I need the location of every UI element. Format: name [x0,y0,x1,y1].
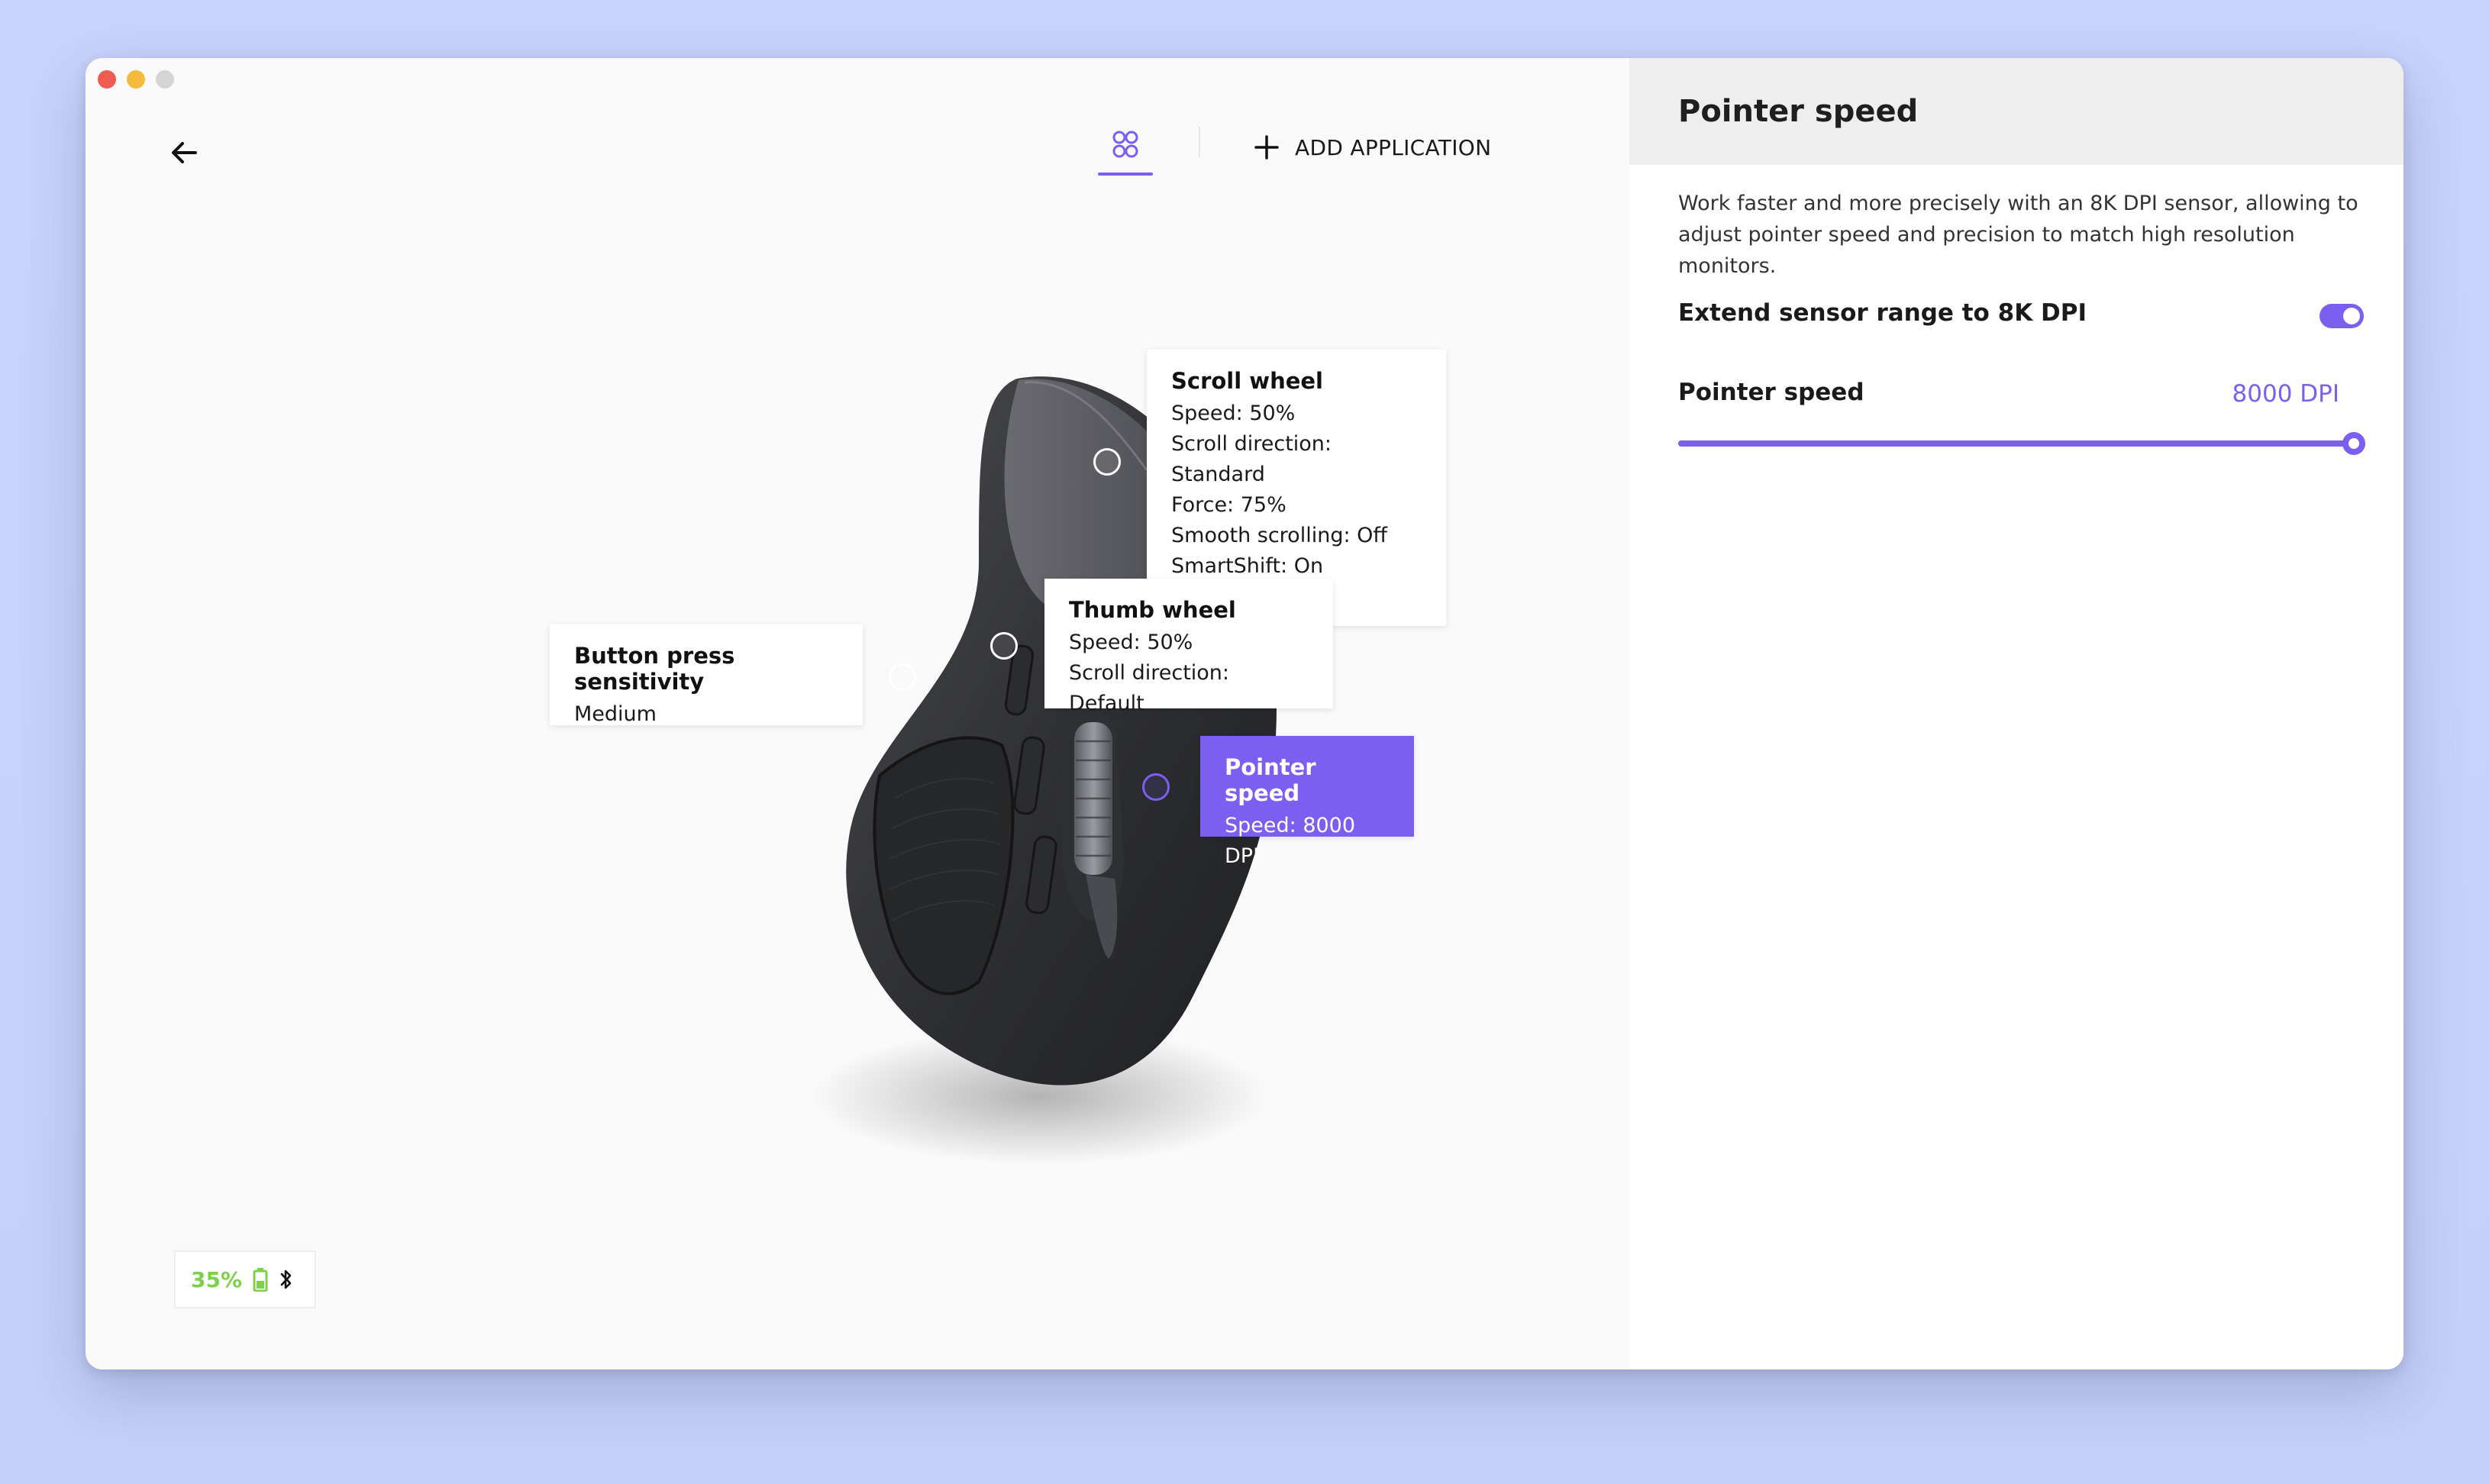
close-window-button[interactable] [98,70,116,89]
thumb-wheel-line: Speed: 50% [1069,631,1193,654]
button-press-hotspot[interactable] [889,663,916,691]
pointer-speed-callout-title: Pointer speed [1225,754,1316,806]
thumb-wheel-line: Scroll direction: Default [1069,661,1230,715]
pointer-speed-value: 8000 DPI [2232,380,2339,408]
window-controls [98,70,174,89]
grid-icon [1112,131,1138,158]
pointer-speed-label: Pointer speed [1678,379,1864,406]
button-press-callout[interactable]: Button press sensitivity Medium [550,624,863,726]
panel-header: Pointer speed [1629,58,2403,165]
settings-panel: Pointer speed Work faster and more preci… [1629,58,2403,1369]
add-application-label: ADD APPLICATION [1295,134,1492,160]
pointer-speed-callout[interactable]: Pointer speed Speed: 8000 DPI [1200,736,1414,868]
scroll-wheel-title: Scroll wheel [1171,368,1323,394]
tab-device-view[interactable] [1098,125,1153,176]
app-window: ADD APPLICATION Scroll wheel Speed: 50% … [86,58,2403,1369]
back-button[interactable] [162,130,208,176]
slider-thumb[interactable] [2342,432,2365,455]
pointer-speed-slider[interactable] [1678,432,2365,455]
scroll-wheel-line: Force: 75% [1171,493,1286,517]
scroll-wheel-line: Smooth scrolling: Off [1171,524,1387,547]
panel-title: Pointer speed [1678,94,1919,129]
scroll-wheel-hotspot[interactable] [1093,448,1121,476]
scroll-wheel-line: SmartShift: On [1171,554,1324,578]
thumb-wheel-hotspot[interactable] [990,632,1018,660]
arrow-left-icon [172,142,197,163]
pointer-speed-hotspot[interactable] [1142,773,1170,801]
scroll-wheel-line: Scroll direction: Standard [1171,432,1332,486]
header-divider [1199,127,1200,157]
extend-sensor-label: Extend sensor range to 8K DPI [1678,299,2087,327]
battery-percent: 35% [191,1266,243,1292]
panel-description: Work faster and more precisely with an 8… [1678,192,2358,278]
slider-fill [1678,440,2354,447]
minimize-window-button[interactable] [127,70,145,89]
toggle-knob [2343,308,2360,324]
battery-icon [253,1268,268,1292]
extend-sensor-toggle[interactable] [2320,304,2364,328]
bluetooth-icon [280,1269,292,1289]
scroll-wheel-line: Speed: 50% [1171,402,1296,425]
add-application-button[interactable]: ADD APPLICATION [1254,128,1491,166]
device-status: 35% [174,1250,316,1308]
pointer-speed-callout-line: Speed: 8000 DPI [1225,814,1356,868]
plus-icon [1254,135,1279,160]
maximize-window-button[interactable] [156,70,174,89]
button-press-line: Medium [574,702,657,726]
button-press-title: Button press sensitivity [574,643,735,695]
thumb-wheel-title: Thumb wheel [1069,597,1236,623]
tab-active-indicator [1098,173,1153,176]
thumb-wheel-callout[interactable]: Thumb wheel Speed: 50% Scroll direction:… [1044,579,1333,715]
